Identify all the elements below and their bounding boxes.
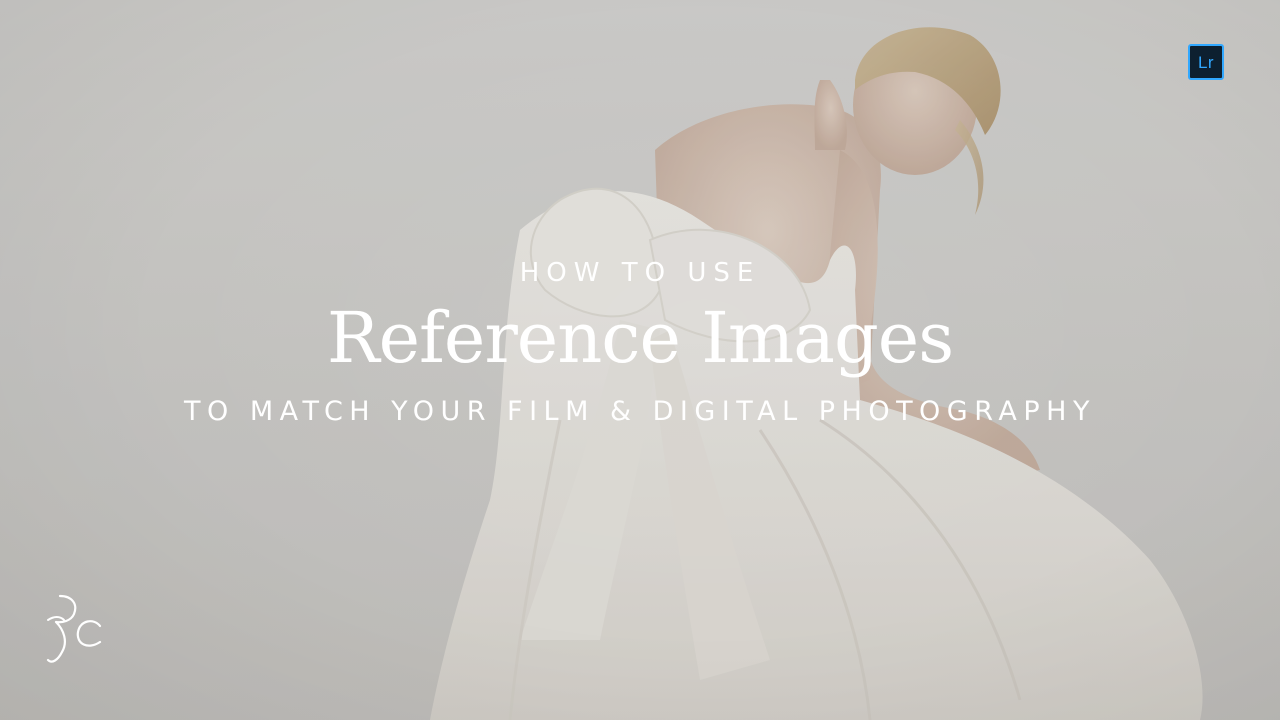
- lightroom-label: Lr: [1197, 52, 1215, 72]
- rc-monogram-icon: [46, 594, 102, 663]
- bride-photo: [430, 27, 1203, 720]
- thumbnail-frame: Lr HOW TO USE Reference Images TO MATCH …: [0, 0, 1280, 720]
- lightroom-icon: Lr: [1188, 44, 1224, 80]
